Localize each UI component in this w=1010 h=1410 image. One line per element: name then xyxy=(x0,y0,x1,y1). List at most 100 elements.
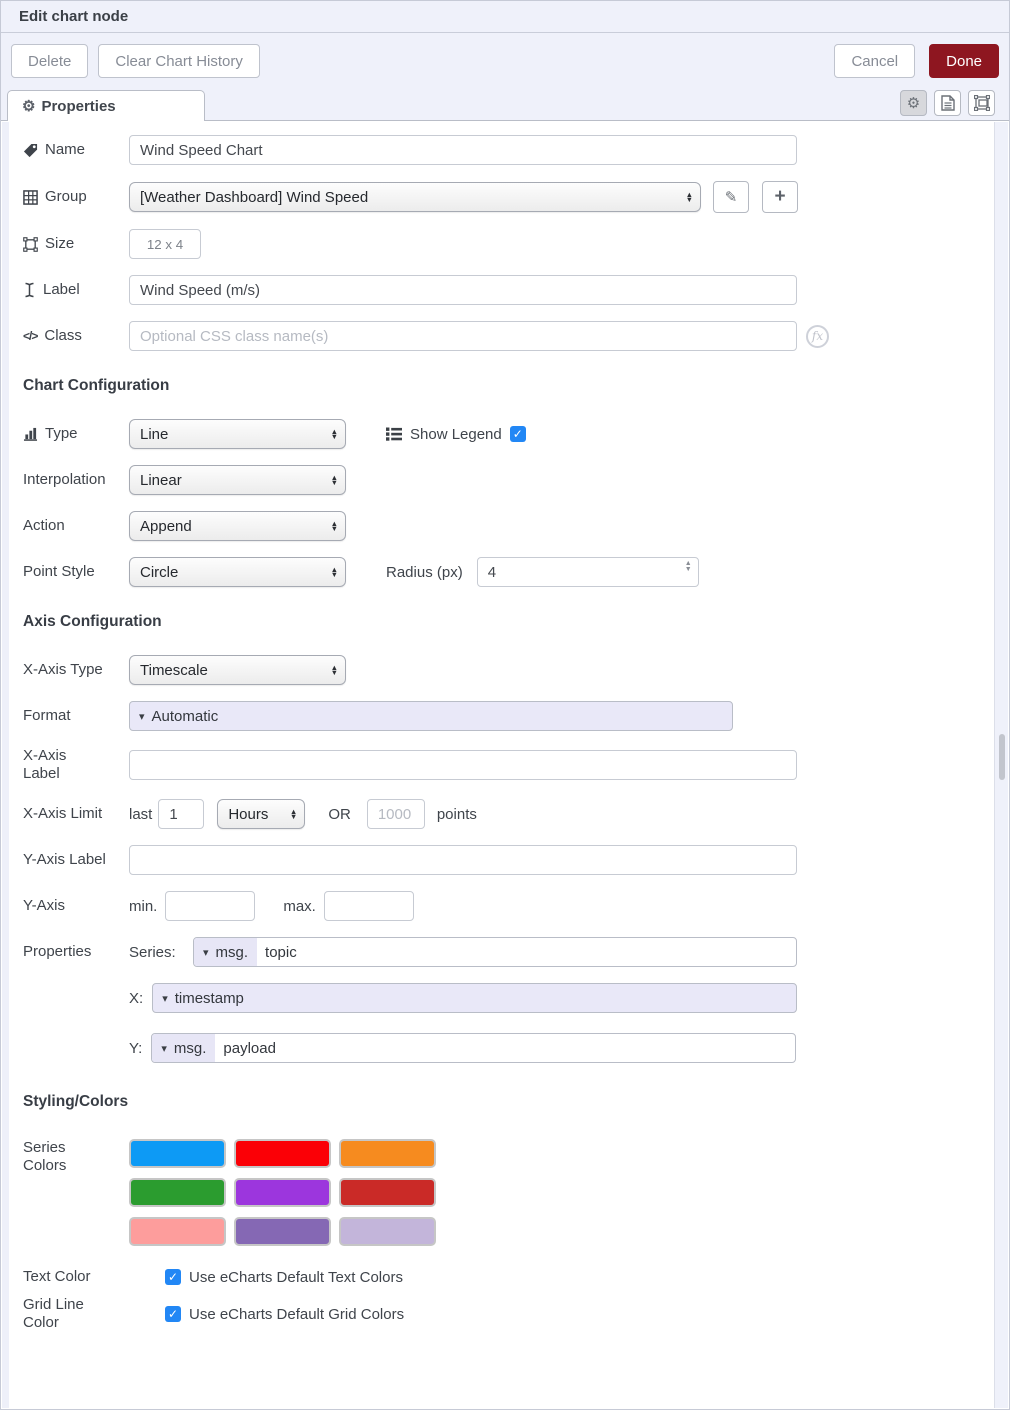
series-color-swatch-4[interactable] xyxy=(129,1178,226,1207)
y-axis-max-input[interactable] xyxy=(324,891,414,921)
scrollbar-thumb[interactable] xyxy=(999,734,1005,780)
y-axis-min-input[interactable] xyxy=(165,891,255,921)
size-button[interactable]: 12 x 4 xyxy=(129,229,201,259)
chevron-down-icon: ▾ xyxy=(139,710,145,723)
number-spinner-icon[interactable]: ▲▼ xyxy=(685,561,692,573)
node-label-label: Label xyxy=(43,281,80,299)
node-label-input[interactable] xyxy=(129,275,797,305)
legend-list-icon xyxy=(386,427,402,441)
y-property-value[interactable]: payload xyxy=(215,1034,284,1062)
grid-color-label: Grid Line Color xyxy=(23,1296,84,1332)
interpolation-select-value: Linear xyxy=(140,472,182,489)
tab-properties[interactable]: ⚙ Properties xyxy=(7,90,205,121)
cancel-button[interactable]: Cancel xyxy=(834,44,915,78)
bar-chart-icon xyxy=(23,427,38,441)
limit-unit-select[interactable]: Hours ▲▼ xyxy=(217,799,305,829)
delete-button[interactable]: Delete xyxy=(11,44,88,78)
text-color-label: Text Color xyxy=(23,1268,91,1286)
text-color-checkbox-label: Use eCharts Default Text Colors xyxy=(189,1269,403,1286)
text-color-checkbox[interactable]: ✓ xyxy=(165,1269,181,1285)
y-type-chip[interactable]: ▾ msg. xyxy=(152,1034,215,1062)
format-label: Format xyxy=(23,707,71,725)
x-axis-label-input[interactable] xyxy=(129,750,797,780)
y-axis-min-text: min. xyxy=(129,898,157,915)
x-axis-type-select[interactable]: Timescale ▲▼ xyxy=(129,655,346,685)
select-arrows-icon: ▲▼ xyxy=(331,521,338,531)
tag-icon xyxy=(23,143,38,158)
series-color-swatch-5[interactable] xyxy=(234,1178,331,1207)
x-typed-input[interactable]: ▾ timestamp xyxy=(152,983,797,1013)
series-color-swatch-3[interactable] xyxy=(339,1139,436,1168)
code-icon: </> xyxy=(23,327,37,345)
point-style-select[interactable]: Circle ▲▼ xyxy=(129,557,346,587)
select-arrows-icon: ▲▼ xyxy=(290,809,297,819)
radius-label: Radius (px) xyxy=(386,564,463,581)
select-arrows-icon: ▲▼ xyxy=(331,429,338,439)
limit-points-input[interactable] xyxy=(367,799,425,829)
group-row: Group [Weather Dashboard] Wind Speed ▲▼ … xyxy=(23,181,979,213)
class-input[interactable] xyxy=(129,321,797,351)
series-color-swatch-7[interactable] xyxy=(129,1217,226,1246)
x-axis-type-label: X-Axis Type xyxy=(23,661,103,679)
series-value[interactable]: topic xyxy=(257,938,305,966)
action-label: Action xyxy=(23,517,65,535)
select-arrows-icon: ▲▼ xyxy=(331,475,338,485)
y-axis-max-text: max. xyxy=(283,898,316,915)
y-typed-input[interactable]: ▾ msg. payload xyxy=(151,1033,796,1063)
show-legend-label: Show Legend xyxy=(410,426,502,443)
series-color-swatch-6[interactable] xyxy=(339,1178,436,1207)
select-arrows-icon: ▲▼ xyxy=(686,192,693,202)
chevron-down-icon: ▾ xyxy=(203,946,209,959)
chart-configuration-heading: Chart Configuration xyxy=(23,377,979,395)
add-group-button[interactable]: + xyxy=(762,181,798,213)
series-typed-input[interactable]: ▾ msg. topic xyxy=(193,937,797,967)
format-row: Format ▾ Automatic xyxy=(23,701,979,731)
series-color-swatch-2[interactable] xyxy=(234,1139,331,1168)
node-settings-icon[interactable]: ⚙ xyxy=(900,90,927,116)
chevron-down-icon: ▾ xyxy=(162,992,168,1005)
name-label: Name xyxy=(45,141,85,159)
interpolation-select[interactable]: Linear ▲▼ xyxy=(129,465,346,495)
radius-input[interactable] xyxy=(477,557,699,587)
format-typed-input[interactable]: ▾ Automatic xyxy=(129,701,733,731)
name-input[interactable] xyxy=(129,135,797,165)
series-color-swatch-1[interactable] xyxy=(129,1139,226,1168)
y-axis-label-input[interactable] xyxy=(129,845,797,875)
document-icon xyxy=(941,95,955,111)
series-type-chip[interactable]: ▾ msg. xyxy=(194,938,257,966)
properties-label: Properties xyxy=(23,943,91,961)
group-select[interactable]: [Weather Dashboard] Wind Speed ▲▼ xyxy=(129,182,701,212)
properties-gear-icon: ⚙ xyxy=(22,97,35,115)
group-select-value: [Weather Dashboard] Wind Speed xyxy=(140,189,368,206)
done-button[interactable]: Done xyxy=(929,44,999,78)
node-description-icon[interactable] xyxy=(934,90,961,116)
group-frame-icon xyxy=(974,95,990,111)
type-select-value: Line xyxy=(140,426,168,443)
edit-group-button[interactable]: ✎ xyxy=(713,181,749,213)
y-axis-label-row: Y-Axis Label xyxy=(23,845,979,875)
series-color-swatch-9[interactable] xyxy=(339,1217,436,1246)
y-property-row: Y: ▾ msg. payload xyxy=(23,1033,979,1063)
x-property-label: X: xyxy=(129,990,143,1007)
clear-chart-history-button[interactable]: Clear Chart History xyxy=(98,44,260,78)
label-row: Label xyxy=(23,275,979,305)
type-select[interactable]: Line ▲▼ xyxy=(129,419,346,449)
x-axis-type-row: X-Axis Type Timescale ▲▼ xyxy=(23,655,979,685)
type-row: Type Line ▲▼ Show Legend ✓ xyxy=(23,419,979,449)
dialog-title: Edit chart node xyxy=(19,8,128,25)
text-color-row: Text Color ✓ Use eCharts Default Text Co… xyxy=(23,1268,979,1286)
x-property-type: timestamp xyxy=(175,990,244,1007)
size-frame-icon xyxy=(23,237,38,252)
dialog-header: Edit chart node xyxy=(1,1,1009,33)
points-text: points xyxy=(437,806,477,823)
x-axis-label-row: X-Axis Label xyxy=(23,747,979,783)
action-select[interactable]: Append ▲▼ xyxy=(129,511,346,541)
series-color-swatch-8[interactable] xyxy=(234,1217,331,1246)
interpolation-row: Interpolation Linear ▲▼ xyxy=(23,465,979,495)
action-row: Action Append ▲▼ xyxy=(23,511,979,541)
node-appearance-icon[interactable] xyxy=(968,90,995,116)
show-legend-checkbox[interactable]: ✓ xyxy=(510,426,526,442)
x-axis-limit-row: X-Axis Limit last Hours ▲▼ OR points xyxy=(23,799,979,829)
limit-last-input[interactable] xyxy=(158,799,204,829)
grid-color-checkbox[interactable]: ✓ xyxy=(165,1306,181,1322)
